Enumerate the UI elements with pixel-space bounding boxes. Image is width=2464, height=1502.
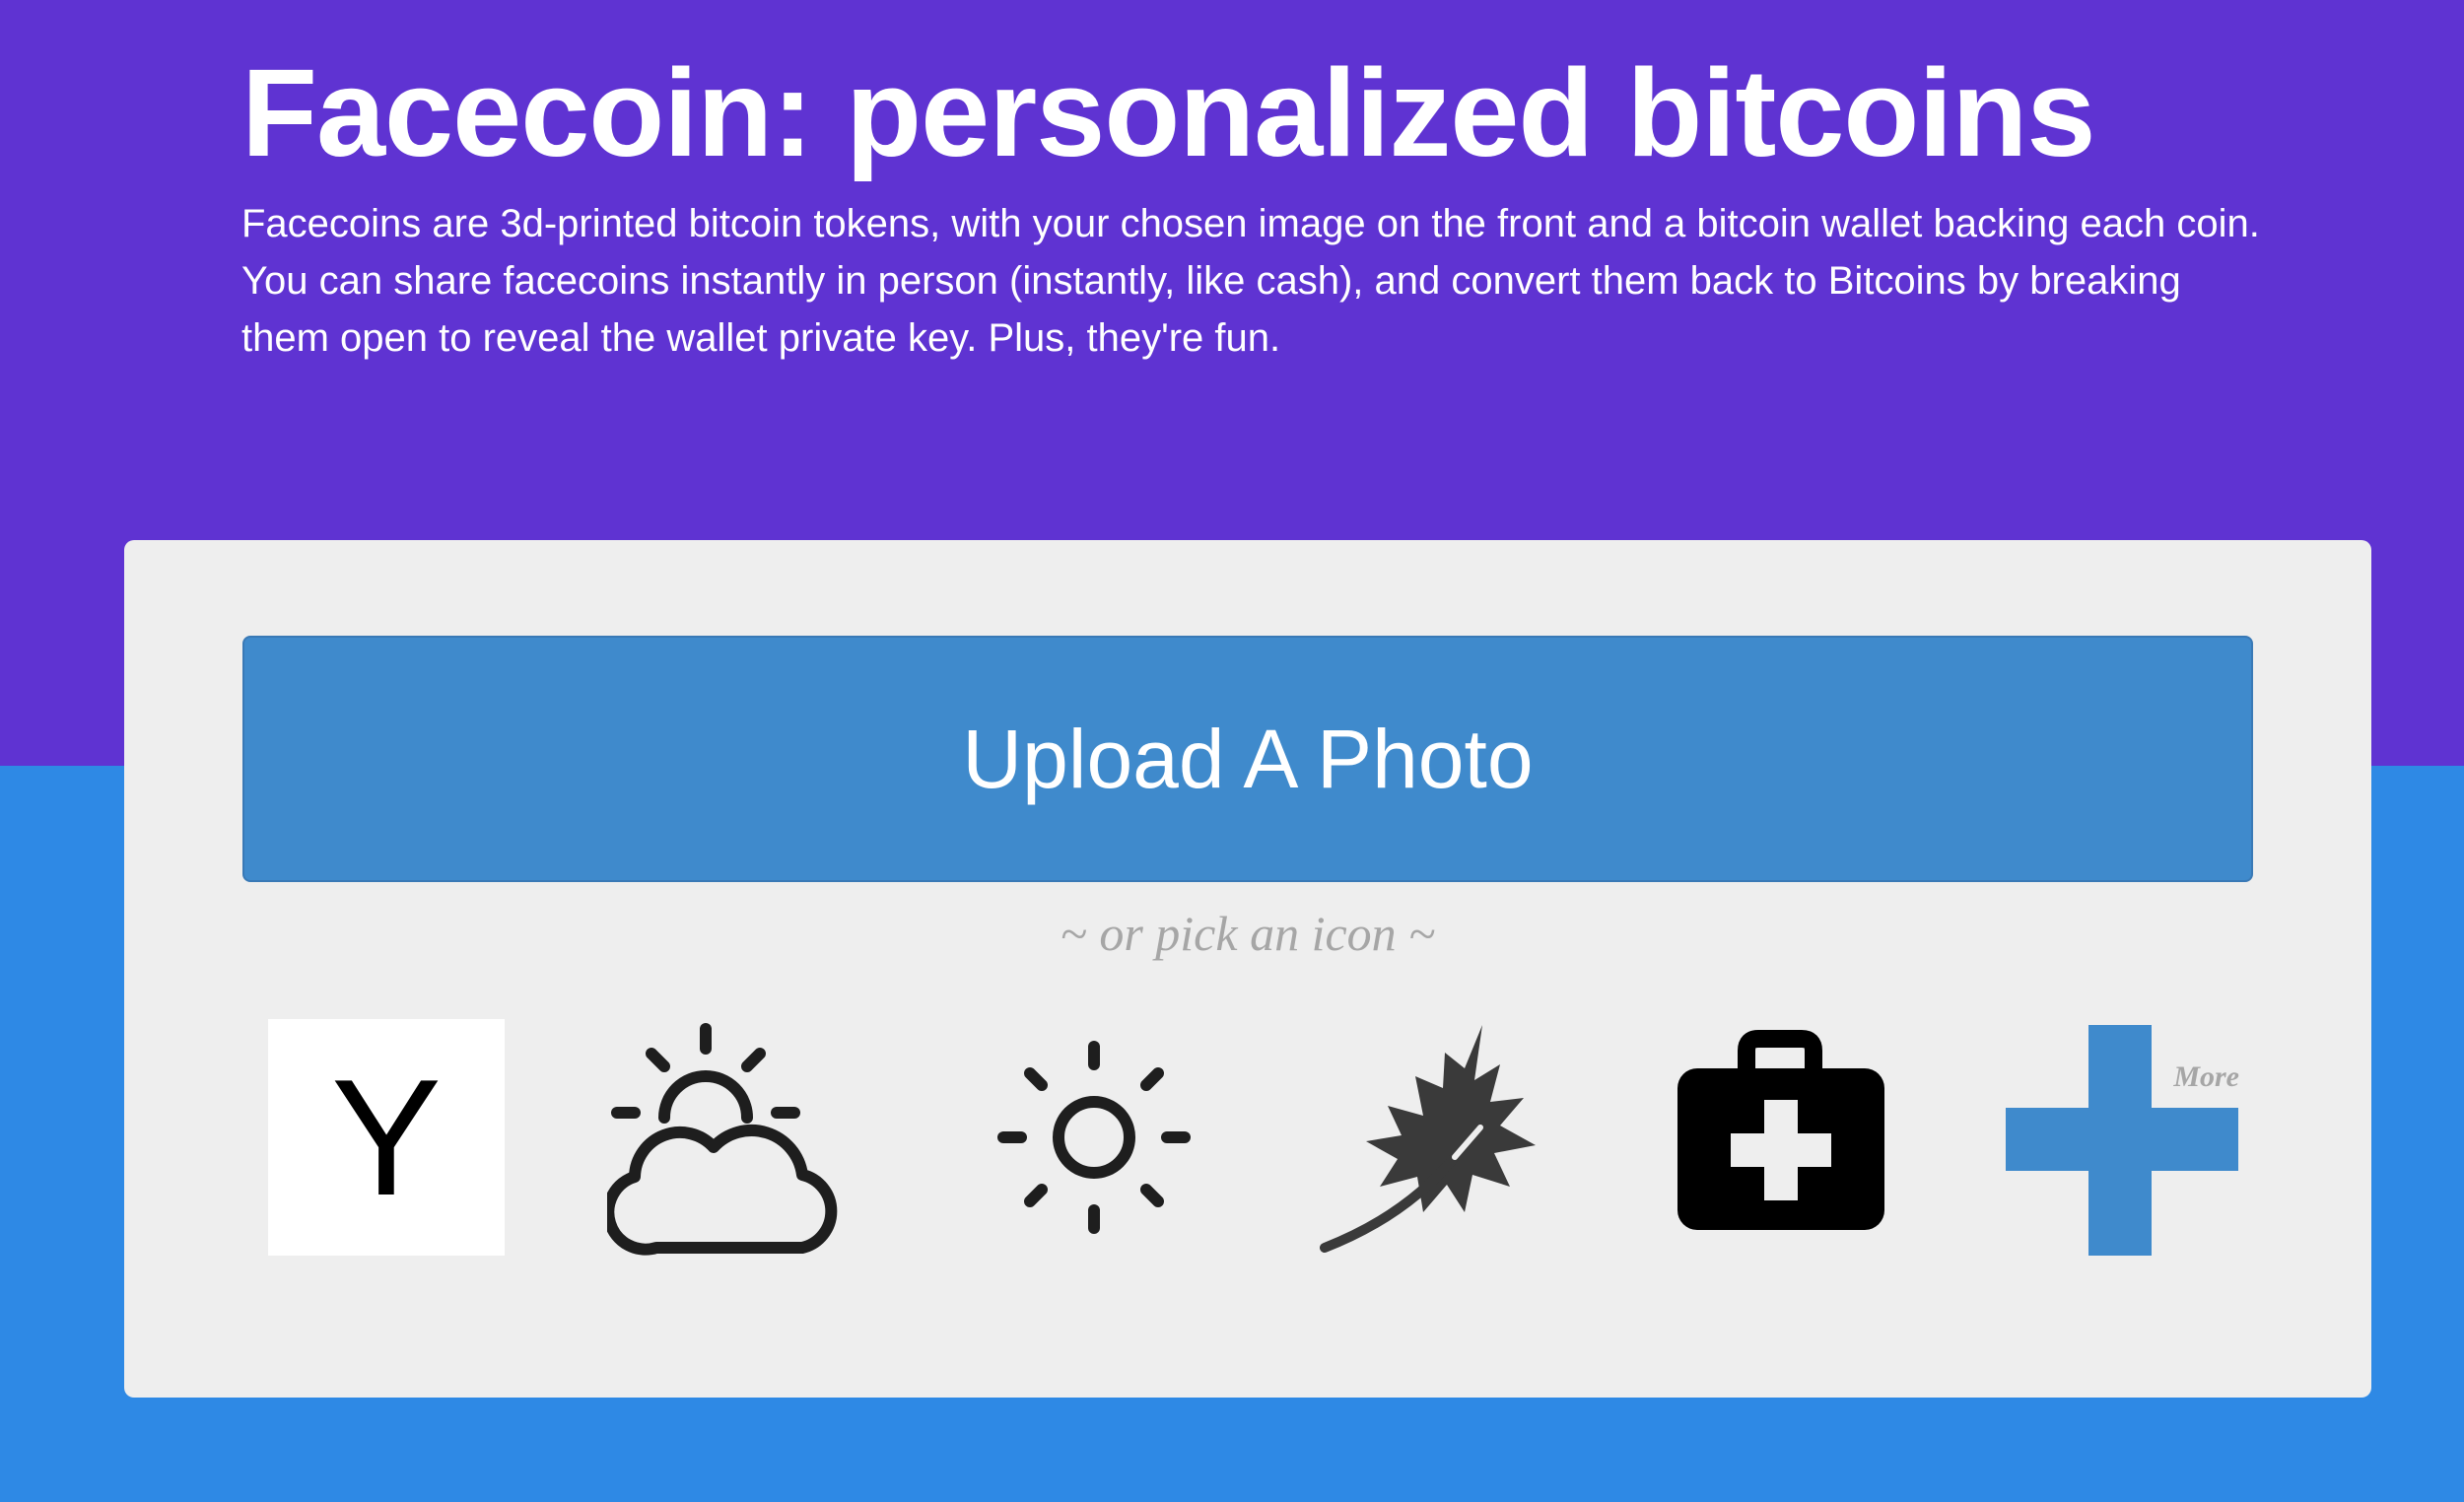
maple-leaf-icon[interactable] — [1307, 1019, 1543, 1256]
more-plus-icon[interactable]: More — [1993, 1019, 2247, 1256]
more-label: More — [2173, 1060, 2239, 1093]
letter-y-icon[interactable]: Y — [268, 1019, 505, 1256]
letter-y-text: Y — [330, 1045, 443, 1230]
partly-cloudy-icon[interactable] — [607, 1019, 844, 1256]
pick-icon-label: ~ or pick an icon ~ — [1060, 906, 1436, 961]
icon-picker-card: Upload A Photo ~ or pick an icon ~ Y Mor… — [124, 540, 2371, 1398]
plus-graphic — [2006, 1025, 2238, 1256]
page-title: Facecoin: personalized bitcoins — [241, 43, 2095, 182]
page-description: Facecoins are 3d-printed bitcoin tokens,… — [241, 202, 2260, 360]
first-aid-kit-graphic — [1677, 1030, 1884, 1230]
first-aid-kit-icon[interactable] — [1662, 1019, 1898, 1256]
partly-cloudy-graphic — [607, 1023, 838, 1256]
upload-photo-button[interactable]: Upload A Photo — [242, 636, 2253, 882]
sun-icon[interactable] — [976, 1019, 1212, 1256]
sun-graphic — [997, 1041, 1191, 1234]
maple-leaf-graphic — [1320, 1025, 1536, 1253]
